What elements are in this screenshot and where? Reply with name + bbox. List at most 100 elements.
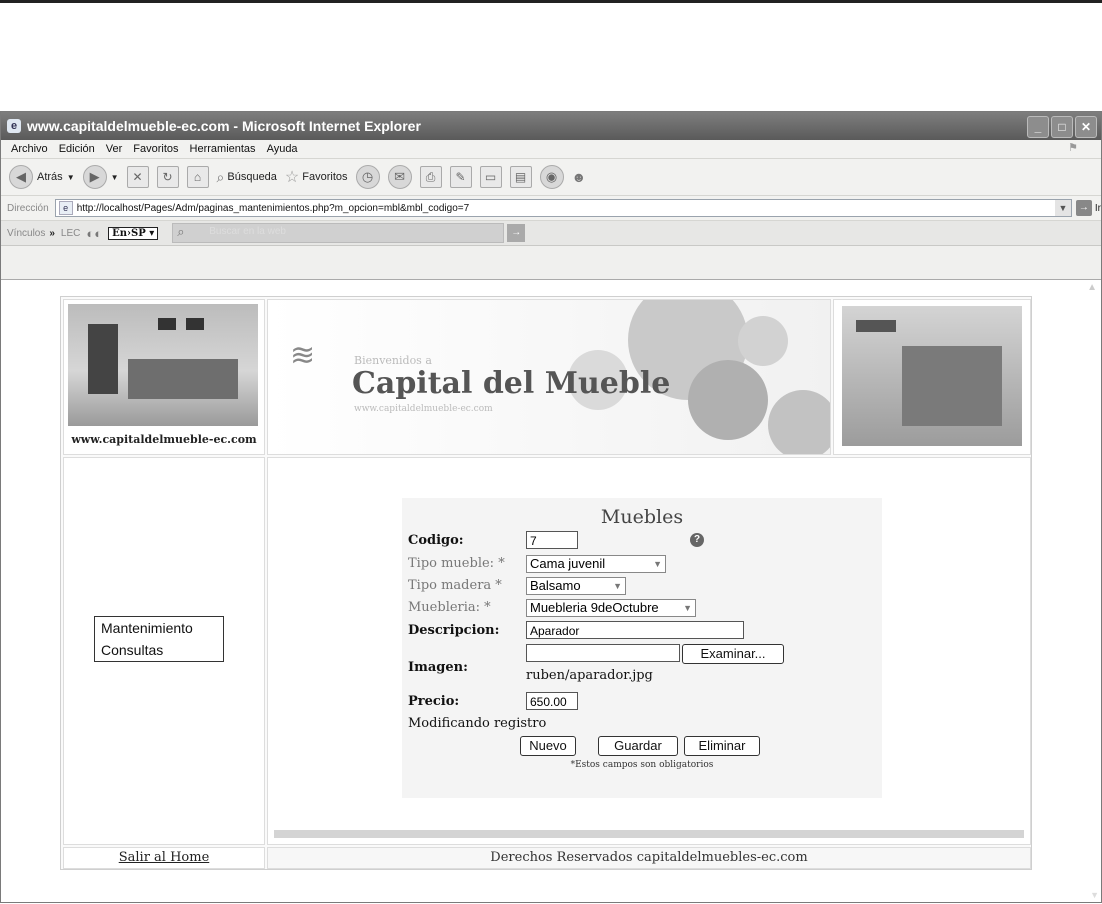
muebleria-label: Muebleria: * [408,600,491,615]
tipo-mueble-select[interactable]: Cama juvenil ▼ [526,555,666,573]
home-button[interactable]: ⌂ [186,166,209,188]
menu-ver[interactable]: Ver [106,143,123,155]
maximize-icon[interactable]: □ [1051,116,1073,138]
messenger-button[interactable]: ◉ [539,165,564,189]
imagen-label: Imagen: [408,660,468,675]
contacts-button[interactable]: ☻ [572,169,587,185]
footer-copyright: Derechos Reservados capitaldelmuebles-ec… [267,847,1031,869]
links-bar: Vínculos » LEC ◐◐ En›SP ▾ ⌕ Buscar en la… [1,221,1101,246]
minimize-icon[interactable]: _ [1027,116,1049,138]
examinar-button[interactable]: Examinar... [682,644,784,664]
close-icon[interactable]: ✕ [1075,116,1097,138]
precio-label: Precio: [408,694,460,709]
guardar-button[interactable]: Guardar [598,736,678,756]
research-button[interactable]: ▤ [509,166,532,188]
magnifier-icon: ⌕ [177,224,185,239]
address-label: Dirección [7,202,49,214]
search-button[interactable]: ⌕ Búsqueda [217,169,277,186]
menu-favoritos[interactable]: Favoritos [133,143,178,155]
back-dropdown-icon[interactable]: ▼ [67,173,75,182]
address-url[interactable]: http://localhost/Pages/Adm/paginas_mante… [77,203,469,214]
scroll-down-icon[interactable]: ▼ [1090,890,1099,900]
chevron-down-icon: ▼ [683,603,692,613]
refresh-button[interactable]: ↻ [156,166,179,188]
history-button[interactable]: ◷ [355,165,380,189]
address-bar: Dirección e http://localhost/Pages/Adm/p… [1,196,1101,221]
banner-url: www.capitaldelmueble-ec.com [354,404,493,414]
ie-logo-icon: e [7,119,21,133]
refresh-icon: ↻ [156,166,179,188]
scroll-up-icon[interactable]: ▲ [1087,282,1097,293]
menu-ayuda[interactable]: Ayuda [267,143,298,155]
eliminar-button[interactable]: Eliminar [684,736,760,756]
home-icon: ⌂ [186,166,209,188]
precio-input[interactable]: 650.00 [526,692,578,710]
dining-room-photo [68,304,258,426]
imagen-file-input[interactable] [526,644,680,662]
toolbar: ◀ Atrás ▼ ▶ ▼ ✕ ↻ ⌂ ⌕ Búsqueda ☆ Favorit… [1,159,1101,196]
required-note: *Estos campos son obligatorios [570,760,714,770]
site-banner: ≋ Bienvenidos a Capital del Mueble www.c… [267,299,831,455]
lec-label: LEC [60,227,81,239]
window-controls: _ □ ✕ [1027,116,1097,138]
edit-button[interactable]: ✎ [449,166,472,188]
search-label: Búsqueda [227,171,277,183]
codigo-input[interactable]: 7 [526,531,578,549]
links-label: Vínculos [7,227,46,239]
salir-home-link[interactable]: Salir al Home [119,850,210,865]
mail-button[interactable]: ✉ [387,165,412,189]
search-go-icon[interactable]: → [507,224,526,242]
history-icon: ◷ [355,165,380,189]
go-button[interactable]: Ir [1095,203,1101,214]
help-icon[interactable]: ? [690,533,704,547]
menu-mantenimiento[interactable]: Mantenimiento [95,617,223,639]
favorites-label: Favoritos [302,171,348,183]
forward-dropdown-icon[interactable]: ▼ [111,173,119,182]
forward-button[interactable]: ▶ ▼ [82,165,119,189]
lec-toggle-icon[interactable]: ◐◐ [86,226,102,241]
menu-herramientas[interactable]: Herramientas [190,143,256,155]
muebleria-value: Muebleria 9deOctubre [530,600,659,615]
go-arrow-icon[interactable]: → [1075,200,1092,216]
muebles-form: Muebles Codigo: 7 ? Tipo mueble: * Cama … [402,498,882,798]
stop-button[interactable]: ✕ [126,166,149,188]
brand-mark-icon: ≋ [290,339,316,372]
address-dropdown-icon[interactable]: ▼ [1054,200,1071,216]
menu-archivo[interactable]: Archivo [11,143,48,155]
translate-dropdown[interactable]: En›SP ▾ [108,226,159,240]
menu-edicion[interactable]: Edición [59,143,95,155]
nuevo-button[interactable]: Nuevo [520,736,576,756]
footer-home: Salir al Home [63,847,265,869]
links-chevron-icon[interactable]: » [49,228,55,239]
back-arrow-icon: ◀ [9,165,33,189]
forward-arrow-icon: ▶ [82,165,107,189]
menu-consultas[interactable]: Consultas [95,639,223,661]
address-input[interactable]: e http://localhost/Pages/Adm/paginas_man… [54,199,1072,217]
codigo-label: Codigo: [408,533,464,548]
title-bar: e www.capitaldelmueble-ec.com - Microsof… [1,112,1101,140]
site-url-caption: www.capitaldelmueble-ec.com [71,433,257,446]
web-search-box[interactable]: ⌕ Buscar en la web → [172,223,526,243]
status-text: Modificando registro [408,716,547,731]
side-menu: Mantenimiento Consultas [94,616,224,662]
tipo-madera-value: Balsamo [530,578,581,593]
favorites-button[interactable]: ☆ Favoritos [285,167,348,187]
tipo-madera-select[interactable]: Balsamo ▼ [526,577,626,595]
tipo-madera-label: Tipo madera * [408,578,502,593]
mail-icon: ✉ [387,165,412,189]
site-logo: www.capitaldelmueble-ec.com [63,299,265,455]
messenger-icon: ◉ [539,165,564,189]
discuss-button[interactable]: ▭ [479,166,502,188]
main-panel: Muebles Codigo: 7 ? Tipo mueble: * Cama … [267,457,1031,845]
descripcion-input[interactable]: Aparador [526,621,744,639]
back-button[interactable]: ◀ Atrás ▼ [9,165,75,189]
banner-title: Capital del Mueble [352,366,671,401]
muebleria-select[interactable]: Muebleria 9deOctubre ▼ [526,599,696,617]
windows-flag-icon: ⚑ [1068,142,1078,154]
horizontal-scrollbar[interactable] [274,830,1024,838]
stop-icon: ✕ [126,166,149,188]
search-icon: ⌕ [216,168,225,185]
menu-bar: Archivo Edición Ver Favoritos Herramient… [1,140,1101,159]
edit-icon: ✎ [449,166,472,188]
print-button[interactable]: ⎙ [419,166,442,188]
